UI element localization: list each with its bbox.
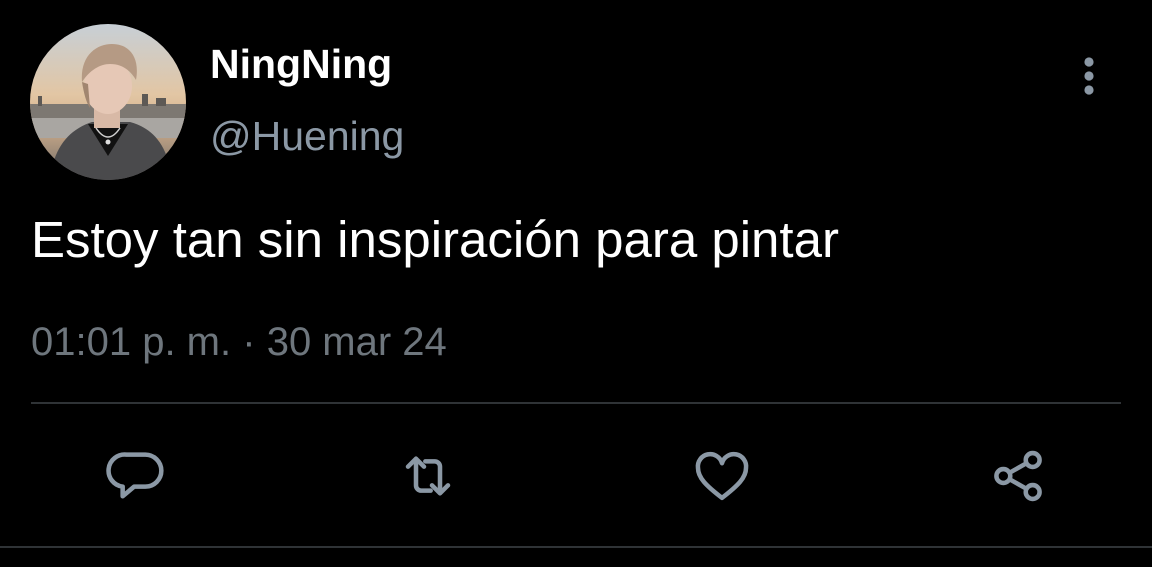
more-vertical-icon (1084, 57, 1094, 95)
display-name[interactable]: NingNing (210, 40, 392, 88)
share-button[interactable] (986, 444, 1050, 508)
meta-separator: · (242, 320, 256, 364)
tweet-date[interactable]: 30 mar 24 (267, 320, 447, 364)
reply-button[interactable] (104, 444, 168, 508)
tweet-time[interactable]: 01:01 p. m. (31, 320, 231, 364)
retweet-icon (405, 456, 451, 496)
reply-icon (106, 452, 164, 499)
like-button[interactable] (690, 444, 754, 508)
avatar[interactable] (30, 24, 186, 180)
divider (31, 402, 1121, 404)
tweet-meta: 01:01 p. m. · 30 mar 24 (31, 318, 447, 366)
share-icon (994, 450, 1042, 502)
heart-icon (695, 451, 749, 501)
tweet-detail: NingNing @Huening Estoy tan sin inspirac… (0, 0, 1152, 567)
handle[interactable]: @Huening (210, 112, 404, 160)
retweet-button[interactable] (396, 444, 460, 508)
divider (0, 546, 1152, 548)
tweet-text: Estoy tan sin inspiración para pintar (31, 211, 839, 268)
more-options-button[interactable] (1066, 50, 1112, 102)
